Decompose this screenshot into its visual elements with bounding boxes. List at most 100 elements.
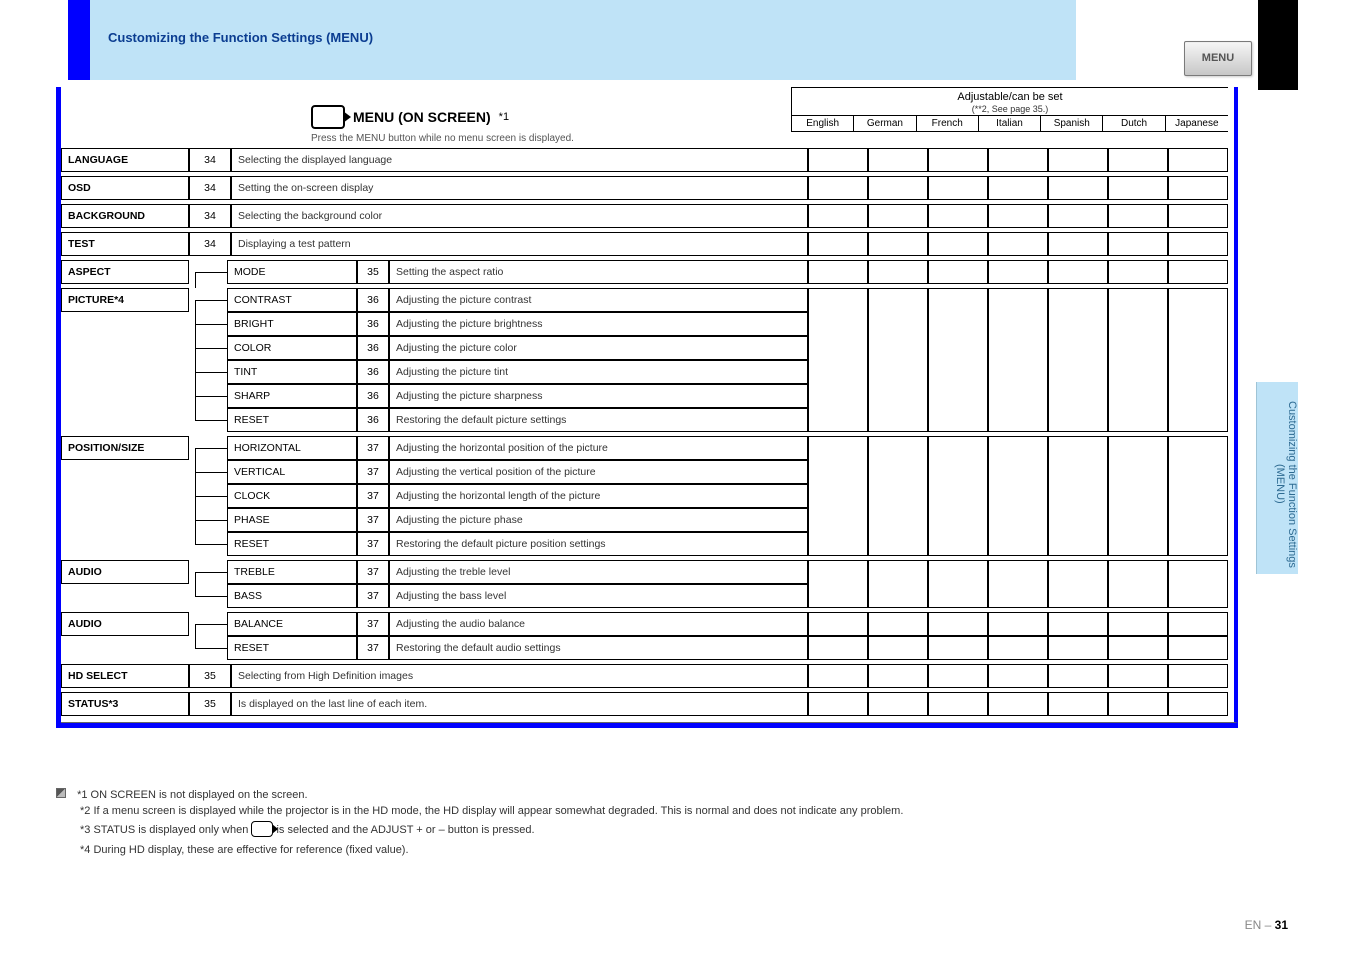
row-desc: Adjusting the picture sharpness <box>389 384 808 408</box>
row-page: 37 <box>357 584 389 608</box>
row-page: 37 <box>357 560 389 584</box>
table-row: PHASE37Adjusting the picture phase <box>209 508 808 532</box>
lang-cell <box>1048 636 1108 660</box>
lang-cell <box>928 148 988 172</box>
note-bullet-icon <box>56 788 66 798</box>
row-desc: Adjusting the picture tint <box>389 360 808 384</box>
lang-cell <box>1168 148 1228 172</box>
lang-cell <box>988 692 1048 716</box>
lang-cell <box>1168 636 1228 660</box>
group-label: AUDIO <box>61 612 189 636</box>
row-page: 36 <box>357 312 389 336</box>
group-left: AUDIO <box>61 560 209 608</box>
lang-cell <box>1108 636 1168 660</box>
row-page: 34 <box>189 232 231 256</box>
table-row: COLOR36Adjusting the picture color <box>209 336 808 360</box>
group: POSITION/SIZEHORIZONTAL37Adjusting the h… <box>61 436 1228 556</box>
lang-cell <box>808 288 868 432</box>
row-page: 36 <box>357 360 389 384</box>
lang-cell <box>1168 436 1228 556</box>
group-children: CONTRAST36Adjusting the picture contrast… <box>209 288 808 432</box>
lang-header-cell: Spanish <box>1041 116 1103 131</box>
lang-cell <box>868 260 928 284</box>
row-page: 36 <box>357 384 389 408</box>
menu-button-glyph: MENU <box>1184 41 1252 76</box>
content-frame: MENU (ON SCREEN) *1 Press the MENU butto… <box>56 87 1238 728</box>
connector-stub <box>209 312 227 336</box>
lang-cell <box>1048 176 1108 200</box>
lang-cell <box>868 560 928 608</box>
row-page: 36 <box>357 336 389 360</box>
lang-cell <box>988 232 1048 256</box>
group-label: POSITION/SIZE <box>61 436 189 460</box>
lang-cell <box>988 148 1048 172</box>
lang-cell <box>868 204 928 228</box>
lang-cell <box>868 636 928 660</box>
row-desc: Selecting the displayed language <box>231 148 808 172</box>
footnote-text: *1 ON SCREEN is not displayed on the scr… <box>77 789 308 801</box>
connector-stub <box>209 460 227 484</box>
lang-header-cell: German <box>854 116 916 131</box>
lang-cell <box>808 204 868 228</box>
row-page: 34 <box>189 204 231 228</box>
row-page: 35 <box>189 664 231 688</box>
table-title-note: *1 <box>499 111 509 123</box>
connector-vertical <box>195 572 196 596</box>
connector-branch <box>195 348 227 349</box>
lang-cell <box>1048 204 1108 228</box>
header-title: Customizing the Function Settings (MENU) <box>108 30 373 45</box>
row-page: 37 <box>357 636 389 660</box>
row-page: 37 <box>357 460 389 484</box>
table-row: SHARP36Adjusting the picture sharpness <box>209 384 808 408</box>
connector-branch <box>195 272 227 273</box>
row-label: STATUS*3 <box>61 692 189 716</box>
lang-cell <box>1168 176 1228 200</box>
row-label: COLOR <box>227 336 357 360</box>
row-label: HD SELECT <box>61 664 189 688</box>
lang-header-cell: French <box>917 116 979 131</box>
row-label: BRIGHT <box>227 312 357 336</box>
row-page: 36 <box>357 288 389 312</box>
lang-cells <box>808 560 1228 608</box>
lang-cell <box>808 436 868 556</box>
lang-cell <box>868 612 928 636</box>
lang-cell <box>988 664 1048 688</box>
lang-cells <box>808 664 1228 688</box>
lang-cell <box>868 148 928 172</box>
lang-cell <box>988 204 1048 228</box>
lang-cell <box>1108 612 1168 636</box>
footnote-text: is selected and the ADJUST + or – button… <box>276 824 534 836</box>
lang-cells <box>808 232 1228 256</box>
connector-branch <box>195 472 227 473</box>
lang-cell <box>1108 436 1168 556</box>
connector-stub <box>209 636 227 660</box>
table-row: RESET36Restoring the default picture set… <box>209 408 808 432</box>
lang-cell <box>988 636 1048 660</box>
page-number: EN – 31 <box>1245 918 1288 932</box>
lang-cell <box>1108 560 1168 608</box>
connector-stub <box>209 560 227 584</box>
table-row: OSD34Setting the on-screen display <box>61 176 1228 200</box>
lang-cell <box>808 664 868 688</box>
table-header-caption: Adjustable/can be set (**2, See page 35.… <box>792 88 1228 115</box>
row-page: 36 <box>357 408 389 432</box>
table-row: TREBLE37Adjusting the treble level <box>209 560 808 584</box>
table-header-right: Adjustable/can be set (**2, See page 35.… <box>791 87 1228 132</box>
group: PICTURE*4CONTRAST36Adjusting the picture… <box>61 288 1228 432</box>
lang-cell <box>928 560 988 608</box>
lang-cell <box>1108 148 1168 172</box>
lang-cell <box>808 260 868 284</box>
lang-header-row: English German French Italian Spanish Du… <box>792 115 1228 131</box>
lang-cell <box>928 436 988 556</box>
table-title-text: MENU (ON SCREEN) <box>353 109 491 125</box>
row-desc: Adjusting the picture brightness <box>389 312 808 336</box>
lang-cell <box>928 612 988 636</box>
table-row: BALANCE37Adjusting the audio balance <box>209 612 808 636</box>
table-header-caption-hint: (**2, See page 35.) <box>972 104 1049 114</box>
lang-cell <box>988 560 1048 608</box>
connector-stub <box>209 336 227 360</box>
lang-cell <box>1168 204 1228 228</box>
lang-cell <box>928 636 988 660</box>
row-page: 37 <box>357 484 389 508</box>
lang-cell <box>1048 260 1108 284</box>
